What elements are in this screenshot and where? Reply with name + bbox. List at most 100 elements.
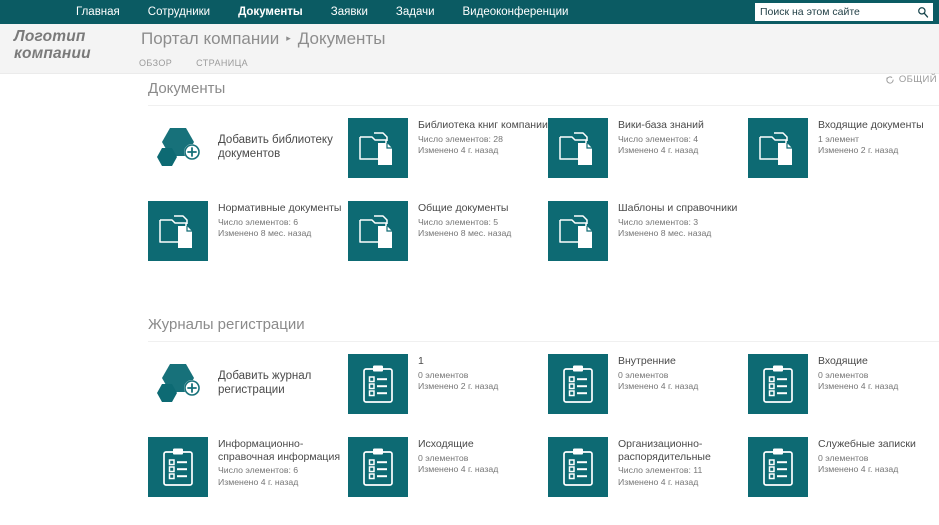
section-0: Документы Добавить библиотеку документов… [0,74,939,284]
tile-name[interactable]: Организационно-распорядительные [618,438,748,463]
tile-grid: Добавить журнал регистрации 10 элементов… [148,354,939,520]
content-tile[interactable]: Входящие 0 элементов Изменено 4 г. назад [748,354,939,422]
tile-item-count: 0 элементов [818,452,869,463]
tile-modified: Изменено 8 мес. назад [418,228,512,238]
tile-name[interactable]: Внутренние [618,355,698,368]
tile-item-count: 0 элементов [418,452,469,463]
tile-item-count: 0 элементов [618,369,669,380]
tile-item-count: 1 элемент [818,133,859,144]
content-tile[interactable]: Информационно-справочная информация Число… [148,437,348,505]
section-title: Документы [148,80,226,97]
tile-name[interactable]: Библиотека книг компании [418,119,548,132]
tile-item-count: Число элементов: 4 [618,133,699,144]
search-icon[interactable] [913,3,933,21]
site-header: Логотип компании Портал компании ▸ Докум… [0,24,939,85]
tile-name[interactable]: Исходящие [418,438,498,451]
nav-link-3[interactable]: Заявки [317,0,382,24]
content-tile[interactable]: Организационно-распорядительные Число эле… [548,437,748,505]
tile-thumbnail[interactable] [748,437,808,497]
breadcrumb-site[interactable]: Портал компании [141,29,279,49]
content-tile[interactable]: Исходящие 0 элементов Изменено 4 г. назад [348,437,548,505]
tile-thumbnail[interactable] [548,118,608,178]
tile-name[interactable]: Общие документы [418,202,511,215]
tile-item-count: Число элементов: 5 [418,216,499,227]
tile-name[interactable]: Входящие документы [818,119,924,132]
tile-modified: Изменено 8 мес. назад [218,228,312,238]
list-clipboard-icon [563,365,593,403]
site-logo[interactable]: Логотип компании [14,28,129,62]
search-box[interactable] [755,3,933,21]
breadcrumb: Портал компании ▸ Документы [141,29,385,49]
ribbon-tabs: ОБЗОР СТРАНИЦА [133,56,254,70]
nav-link-5[interactable]: Видеоконференции [449,0,583,24]
tile-item-count: 0 элементов [818,369,869,380]
nav-link-4[interactable]: Задачи [382,0,449,24]
add-new-tile[interactable]: Добавить журнал регистрации [148,354,348,422]
content-tile[interactable]: Общие документы Число элементов: 5 Изменен… [348,201,548,269]
add-tile-label: Добавить библиотеку документов [218,134,333,160]
section-divider [148,341,939,342]
tile-thumbnail[interactable] [748,354,808,414]
tile-thumbnail[interactable] [348,201,408,261]
tile-thumbnail[interactable] [548,437,608,497]
tile-item-count: Число элементов: 11 [618,465,703,475]
tile-grid: Добавить библиотеку документов Библиотек… [148,118,939,284]
tile-name[interactable]: Нормативные документы [218,202,341,215]
ribbon-tab-1[interactable]: СТРАНИЦА [190,56,254,70]
tile-name[interactable]: Входящие [818,355,898,368]
list-clipboard-icon [763,448,793,486]
add-tile-thumb [148,118,208,178]
nav-link-2[interactable]: Документы [224,0,317,24]
content-tile[interactable]: 10 элементов Изменено 2 г. назад [348,354,548,422]
add-tile-thumb [148,354,208,414]
tile-name[interactable]: Информационно-справочная информация [218,438,348,463]
top-navigation-bar: Главная Сотрудники Документы Заявки Задачи Ви… [0,0,939,24]
tile-thumbnail[interactable] [548,354,608,414]
document-library-icon [759,132,792,165]
list-clipboard-icon [763,365,793,403]
nav-link-1[interactable]: Сотрудники [134,0,224,24]
tile-thumbnail[interactable] [348,118,408,178]
tile-modified: Изменено 4 г. назад [618,381,699,391]
search-input[interactable] [755,3,913,21]
tile-thumbnail[interactable] [348,437,408,497]
tile-item-count: 0 элементов [418,369,469,380]
tile-thumbnail[interactable] [148,201,208,261]
tile-modified: Изменено 4 г. назад [618,145,699,155]
tile-item-count: Число элементов: 6 [218,216,299,227]
tile-name[interactable]: Служебные записки [818,438,916,451]
tile-name[interactable]: 1 [418,355,498,368]
tile-modified: Изменено 4 г. назад [418,145,499,155]
list-clipboard-icon [363,448,393,486]
tile-thumbnail[interactable] [748,118,808,178]
add-hexagon-icon [157,128,200,166]
ribbon-tab-0[interactable]: ОБЗОР [133,56,178,70]
tile-name[interactable]: Шаблоны и справочники [618,202,737,215]
content-tile[interactable]: Входящие документы 1 элемент Изменено 2 г.… [748,118,939,186]
list-clipboard-icon [363,365,393,403]
content-tile[interactable]: Шаблоны и справочники Число элементов: 3И… [548,201,748,269]
tile-thumbnail[interactable] [148,437,208,497]
content-tile[interactable]: Нормативные документы Число элементов: 6И… [148,201,348,269]
tile-name[interactable]: Вики-база знаний [618,119,704,132]
breadcrumb-page[interactable]: Документы [298,29,386,49]
document-library-icon [359,132,392,165]
document-library-icon [359,215,392,248]
content-tile[interactable]: Библиотека книг компании Число элементов:… [348,118,548,186]
content-tile[interactable]: Вики-база знаний Число элементов: 4 Измене… [548,118,748,186]
tile-thumbnail[interactable] [548,201,608,261]
page-content: Документы Добавить библиотеку документов… [0,74,939,520]
tile-thumbnail[interactable] [348,354,408,414]
tile-item-count: Число элементов: 3 [618,216,699,227]
nav-link-0[interactable]: Главная [62,0,134,24]
content-tile[interactable]: Служебные записки 0 элементов Изменено 4 г… [748,437,939,505]
tile-item-count: Число элементов: 6 [218,465,299,475]
breadcrumb-separator-icon: ▸ [286,33,291,43]
section-divider [148,105,939,106]
document-library-icon [159,215,192,248]
add-new-tile[interactable]: Добавить библиотеку документов [148,118,348,186]
tile-modified: Изменено 4 г. назад [818,381,899,391]
content-tile[interactable]: Внутренние 0 элементов Изменено 4 г. назад [548,354,748,422]
add-hexagon-icon [157,364,200,402]
